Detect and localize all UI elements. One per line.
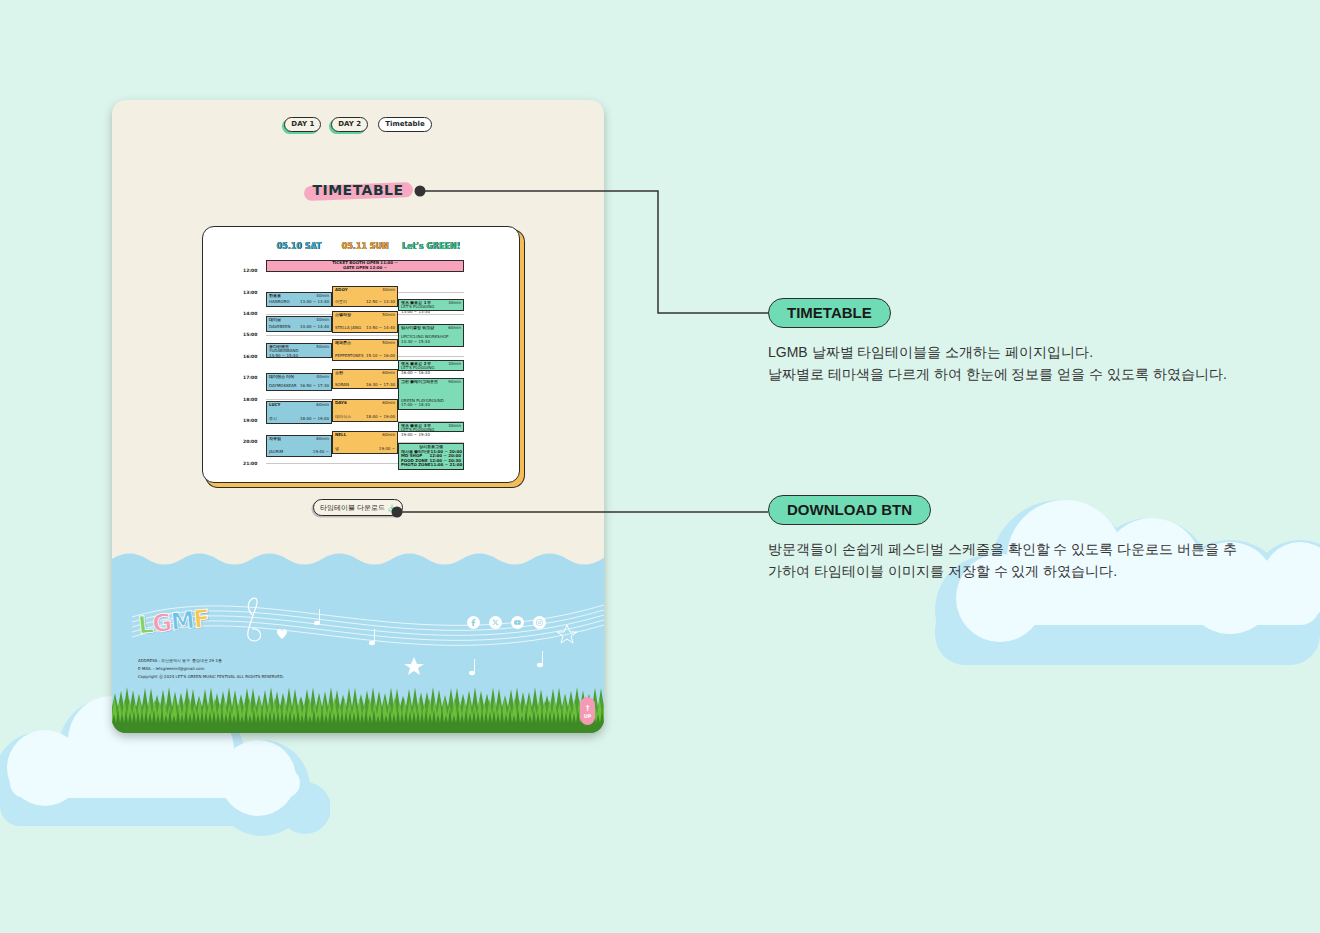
grass-icon: [112, 681, 604, 733]
event-slot: 업사이클링 워크샵60minUPCYCLING WORKSHOP14:30 ~ …: [398, 324, 464, 346]
event-slot: 데이브40minDAVEBEEN14:00 ~ 14:40: [266, 316, 332, 332]
annotation-text: LGMB 날짜별 타임테이블을 소개하는 페이지입니다.: [768, 341, 1227, 363]
page-title: TIMETABLE: [304, 180, 411, 200]
event-slot: 그린 플레이그라운드90minGREEN PLAYGROUND17:00 ~ 1…: [398, 378, 464, 410]
scroll-up-button[interactable]: ↑UP: [580, 697, 595, 725]
footer-info: ADDRESS : 부산광역시 동구 중앙대로 29 3층E-MAIL : le…: [138, 657, 604, 681]
day-header: 05.11 SUN: [332, 241, 398, 254]
nav: DAY 1 DAY 2 Timetable: [284, 117, 431, 132]
social-button[interactable]: [489, 616, 502, 629]
time-label: 18:00: [243, 397, 257, 402]
annotation-text: 날짜별로 테마색을 다르게 하여 한눈에 정보를 얻을 수 있도록 하였습니다.: [768, 363, 1227, 385]
nav-tab[interactable]: DAY 2: [331, 117, 368, 132]
gate-banner: TICKET BOOTH OPEN 11:00 ~GATE OPEN 12:00…: [266, 260, 464, 272]
timetable-card: 05.10 SAT05.11 SUNLet's GREEN! 12:00 13:00…: [202, 226, 520, 483]
day-header: 05.10 SAT: [266, 241, 332, 254]
event-slot: 소란60minSORAN16:30 ~ 17:30: [332, 369, 398, 389]
event-slot: 유다빈밴드50minYUDABINBAND14:50 ~ 15:40: [266, 343, 332, 359]
website-mockup: DAY 1 DAY 2 Timetable TIMETABLE 05.10 SAT05.…: [112, 100, 604, 733]
timeline: 12:00 13:00 14:00 15:00 16:00 17:00 18:00 19:00…: [203, 260, 464, 472]
program-slot: 상시프로그램재사용 플리마켓11:00 ~ 20:00MD SHOP12:00 …: [398, 443, 464, 470]
footer-info-line: Copyright ⓒ 2024 LET'S GREEN MUSIC FESTI…: [138, 673, 604, 681]
footer-info-line: ADDRESS : 부산광역시 동구 중앙대로 29 3층: [138, 657, 604, 665]
footer: LGMF ADDRESS : 부산광역시 동구 중앙대로 29 3층E-MAIL …: [112, 545, 604, 733]
event-slot: LUCY60min루시18:00 ~ 19:00: [266, 401, 332, 423]
footer-logo: LGMF: [137, 603, 211, 640]
social-button[interactable]: [511, 616, 524, 629]
annotation: DOWNLOAD BTN 방문객들이 손쉽게 페스티벌 스케줄을 확인할 수 있도…: [768, 495, 1237, 582]
cloud-right-icon: [930, 480, 1320, 680]
event-slot: NELL60min넬19:30 ~: [332, 431, 398, 453]
social-links: [467, 616, 546, 629]
annotations: TIMETABLE LGMB 날짜별 타임테이블을 소개하는 페이지입니다.날짜별…: [768, 100, 1237, 582]
youtube-icon: [514, 619, 521, 626]
time-label: 12:00: [243, 268, 257, 273]
download-icon: [388, 504, 396, 512]
event-slot: 스텔라장50minSTELLA JANG13:50 ~ 14:40: [332, 311, 398, 332]
x-icon: [492, 619, 499, 626]
time-label: 16:00: [243, 354, 257, 359]
time-label: 20:00: [243, 439, 257, 444]
nav-tab[interactable]: DAY 1: [284, 117, 321, 132]
event-slot: 한로로40minHANRORO13:00 ~ 13:40: [266, 292, 332, 307]
time-label: 19:00: [243, 418, 257, 423]
event-slot: ADOY40min아도이12:50 ~ 13:30: [332, 286, 398, 307]
event-slot: 렛츠 플로깅 1부30minLET'S PLOGGING13:00 ~ 13:3…: [398, 299, 464, 312]
event-slot: DAY660min데이식스18:00 ~ 19:00: [332, 399, 398, 421]
annotation: TIMETABLE LGMB 날짜별 타임테이블을 소개하는 페이지입니다.날짜별…: [768, 298, 1237, 385]
annotation-label: TIMETABLE: [768, 298, 891, 328]
nav-tab[interactable]: Timetable: [378, 117, 431, 132]
instagram-icon: [536, 619, 543, 626]
social-button[interactable]: [467, 616, 480, 629]
download-button[interactable]: 타임테이블 다운로드: [313, 499, 403, 516]
time-label: 14:00: [243, 311, 257, 316]
event-slot: 페퍼톤스50minPEPPERTONES15:10 ~ 16:00: [332, 339, 398, 360]
annotation-label: DOWNLOAD BTN: [768, 495, 931, 525]
event-slot: 렛츠 플로깅 3부30minLET'S PLOGGING19:00 ~ 19:3…: [398, 422, 464, 433]
day-header: Let's GREEN!: [398, 241, 464, 254]
time-label: 21:00: [243, 461, 257, 466]
day-header-row: 05.10 SAT05.11 SUNLet's GREEN!: [203, 241, 519, 254]
slide: DAY 1 DAY 2 Timetable TIMETABLE 05.10 SAT05.…: [0, 0, 1320, 933]
time-label: 15:00: [243, 332, 257, 337]
facebook-icon: [470, 619, 477, 626]
social-button[interactable]: [533, 616, 546, 629]
footer-info-line: E-MAIL : letsgreenmf@gmail.com: [138, 665, 604, 673]
event-slot: 데이먼스 이어40minDAYMOSSEAR16:50 ~ 17:30: [266, 373, 332, 390]
annotation-text: 방문객들이 손쉽게 페스티벌 스케줄을 확인할 수 있도록 다운로드 버튼을 추: [768, 538, 1237, 560]
time-label: 17:00: [243, 375, 257, 380]
time-label: 13:00: [243, 290, 257, 295]
annotation-text: 가하여 타임테이블 이미지를 저장할 수 있게 하였습니다.: [768, 560, 1237, 582]
event-slot: 렛츠 플로깅 2부30minLET'S PLOGGING16:00 ~ 16:3…: [398, 360, 464, 372]
event-slot: 자우림80minJAURIM19:40 ~: [266, 435, 332, 457]
